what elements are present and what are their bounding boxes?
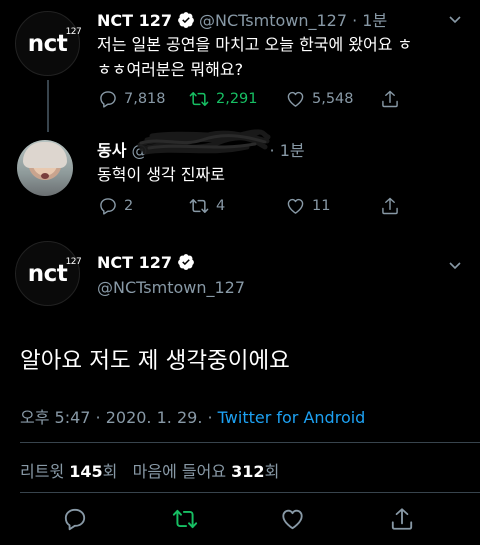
main-handle[interactable]: @NCTsmtown_127 xyxy=(97,278,245,297)
tweet1-name[interactable]: NCT 127 xyxy=(97,11,172,30)
main-name[interactable]: NCT 127 xyxy=(97,253,172,272)
chevron-down-icon[interactable] xyxy=(448,258,462,272)
verified-icon xyxy=(178,12,194,28)
retweet-button[interactable]: 2,291 xyxy=(188,89,285,109)
retweet-icon[interactable] xyxy=(171,506,199,532)
retweet-icon xyxy=(189,92,209,106)
reply-icon xyxy=(100,198,116,215)
like-icon xyxy=(287,91,304,107)
share-button[interactable] xyxy=(380,89,406,109)
chevron-down-icon[interactable] xyxy=(448,12,462,26)
avatar-mouth xyxy=(41,173,49,179)
tweet1-avatar[interactable]: nct 127 xyxy=(15,11,82,76)
main-text: 알아요 저도 제 생각중이에요 xyxy=(20,348,290,374)
nct-logo: nct 127 xyxy=(27,256,82,287)
tweet1-actions: 7,818 2,291 5,548 xyxy=(98,89,406,109)
tweet1-handle[interactable]: @NCTsmtown_127 xyxy=(199,11,347,30)
divider xyxy=(20,442,480,443)
tweet1-header: NCT 127 @NCTsmtown_127 · 1분 xyxy=(97,7,387,31)
scribble-redaction xyxy=(137,129,271,155)
like-button[interactable]: 5,548 xyxy=(285,89,380,109)
retweet-button[interactable]: 4 xyxy=(188,196,285,216)
reply-actions: 2 4 11 xyxy=(98,196,406,216)
like-icon[interactable] xyxy=(279,506,306,532)
reply-icon[interactable] xyxy=(62,506,88,532)
reply-time: · 1분 xyxy=(269,141,305,160)
reply-button[interactable]: 2 xyxy=(98,196,188,216)
share-icon xyxy=(382,197,398,215)
main-stats: 리트윗 145회 마음에 들어요 312회 xyxy=(20,458,279,482)
nct-logo: nct 127 xyxy=(27,26,82,57)
retweet-icon xyxy=(189,199,209,213)
main-avatar[interactable]: nct 127 xyxy=(15,241,82,306)
like-icon xyxy=(287,198,304,214)
like-button[interactable]: 11 xyxy=(285,196,380,216)
thread-line xyxy=(47,80,49,132)
avatar-hair xyxy=(23,142,67,168)
reply-name[interactable]: 동사 xyxy=(97,141,126,160)
like-stat[interactable]: 마음에 들어요 312회 xyxy=(133,462,280,481)
tweet1-text: 저는 일본 공연을 마치고 오늘 한국에 왔어요 ㅎ ㅎㅎ여러분은 뭐해요? xyxy=(97,35,413,79)
share-icon xyxy=(382,90,398,108)
share-button[interactable] xyxy=(380,196,406,216)
retweet-stat[interactable]: 리트윗 145회 xyxy=(20,462,117,481)
main-meta: 오후 5:47 · 2020. 1. 29. · Twitter for And… xyxy=(20,404,365,428)
source-link[interactable]: Twitter for Android xyxy=(218,408,366,427)
reply-icon xyxy=(100,91,116,108)
main-time: 오후 5:47 · 2020. 1. 29. · xyxy=(20,408,218,427)
verified-icon xyxy=(178,254,194,270)
reply-avatar[interactable] xyxy=(17,140,73,196)
divider xyxy=(20,492,480,493)
reply-text: 동혁이 생각 진짜로 xyxy=(97,165,225,184)
reply-button[interactable]: 7,818 xyxy=(98,89,188,109)
share-icon[interactable] xyxy=(389,506,415,532)
main-name-row: NCT 127 xyxy=(97,253,199,272)
tweet1-time: · 1분 xyxy=(352,11,388,30)
